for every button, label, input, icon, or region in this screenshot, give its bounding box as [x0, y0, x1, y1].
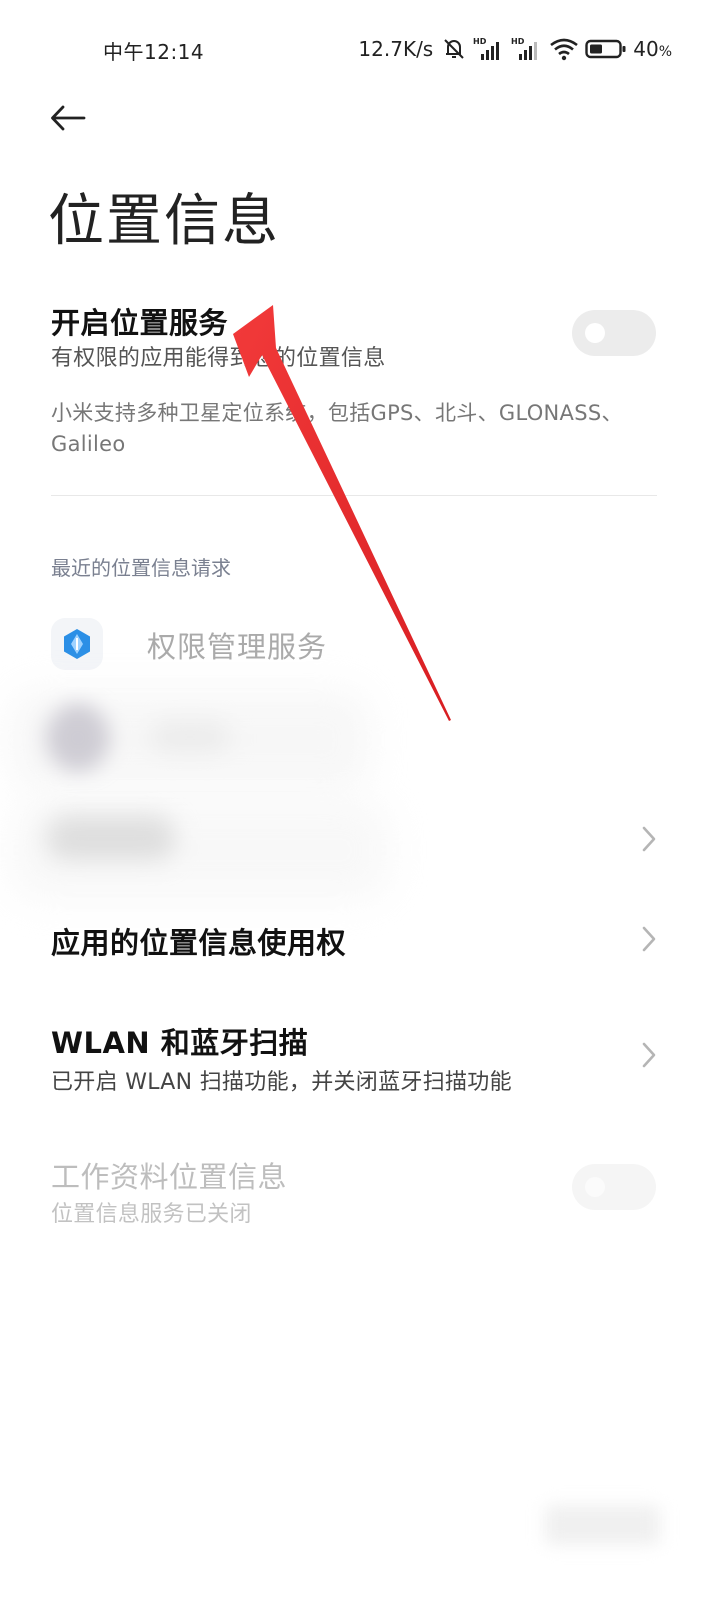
location-service-toggle[interactable]: [572, 310, 656, 356]
permission-service-icon: [51, 618, 103, 670]
network-speed: 12.7K/s: [358, 37, 434, 61]
hd-signal-icon: HD: [473, 37, 500, 60]
recent-app-item[interactable]: 权限管理服务: [0, 608, 720, 680]
location-settings-screen: 中午12:14 12.7K/s HD HD 40% 位置信息 开启位置服务 有权…: [0, 0, 720, 1600]
work-profile-location-title: 工作资料位置信息: [51, 1160, 288, 1194]
hd-signal-icon: HD: [511, 37, 538, 60]
toggle-knob: [585, 323, 605, 343]
wlan-bluetooth-scan-title: WLAN 和蓝牙扫描: [51, 1026, 309, 1060]
recent-requests-header: 最近的位置信息请求: [51, 556, 231, 580]
toggle-knob: [585, 1177, 605, 1197]
chevron-right-icon: [642, 926, 656, 952]
redacted-row-bg: [10, 690, 370, 790]
work-profile-location-row: 工作资料位置信息 位置信息服务已关闭: [0, 1148, 720, 1238]
app-location-permissions-title: 应用的位置信息使用权: [51, 926, 347, 960]
arrow-left-icon: [51, 105, 86, 131]
wlan-bluetooth-scan-row[interactable]: WLAN 和蓝牙扫描 已开启 WLAN 扫描功能，并关闭蓝牙扫描功能: [0, 1010, 720, 1110]
recent-app-name: 权限管理服务: [147, 630, 328, 664]
battery-icon: [585, 39, 626, 59]
back-button[interactable]: [44, 96, 92, 140]
redacted-row-bg: [10, 800, 390, 900]
gnss-note: 小米支持多种卫星定位系统，包括GPS、北斗、GLONASS、Galileo: [51, 401, 623, 456]
svg-text:HD: HD: [511, 37, 525, 46]
status-time: 中午12:14: [103, 40, 205, 64]
chevron-right-icon: [642, 826, 656, 852]
mute-icon: [444, 39, 464, 59]
wifi-icon: [550, 38, 579, 61]
section-divider: [51, 495, 657, 496]
location-service-subtitle: 有权限的应用能得到您的位置信息: [51, 346, 386, 371]
wlan-bluetooth-scan-subtitle: 已开启 WLAN 扫描功能，并关闭蓝牙扫描功能: [51, 1070, 512, 1095]
work-profile-location-toggle[interactable]: [572, 1164, 656, 1210]
location-service-title: 开启位置服务: [51, 306, 229, 340]
app-location-permissions-row[interactable]: 应用的位置信息使用权: [0, 900, 720, 980]
status-bar: 中午12:14 12.7K/s HD HD 40%: [0, 0, 720, 100]
status-icons: 12.7K/s HD HD 40%: [358, 34, 672, 64]
chevron-right-icon: [642, 1042, 656, 1068]
page-title: 位置信息: [48, 189, 280, 254]
location-service-row[interactable]: 开启位置服务 有权限的应用能得到您的位置信息: [0, 290, 720, 390]
battery-percentage: 40%: [633, 37, 672, 61]
svg-text:HD: HD: [473, 37, 487, 46]
work-profile-location-subtitle: 位置信息服务已关闭: [51, 1202, 252, 1227]
watermark-blur: [545, 1505, 660, 1545]
